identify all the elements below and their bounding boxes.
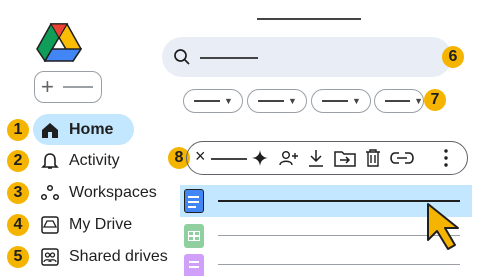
- plus-icon: +: [41, 74, 54, 99]
- search-icon: [174, 49, 190, 65]
- link-icon[interactable]: [390, 151, 414, 165]
- badge-5: 5: [7, 246, 29, 268]
- badge-6: 6: [442, 46, 464, 68]
- file-name-placeholder: [218, 264, 460, 265]
- file-row-forms[interactable]: [180, 250, 472, 276]
- download-icon[interactable]: [307, 148, 325, 168]
- filter-chip-people[interactable]: ▼: [247, 89, 307, 113]
- google-forms-icon: [184, 254, 204, 276]
- badge-3: 3: [7, 182, 29, 204]
- more-vert-icon[interactable]: [443, 148, 449, 168]
- sidebar-item-label: Home: [69, 120, 114, 138]
- new-button[interactable]: +: [34, 71, 102, 103]
- search-bar[interactable]: [162, 37, 452, 77]
- cursor-arrow-icon: [427, 203, 459, 250]
- top-title-placeholder: [257, 18, 361, 20]
- sidebar-item-workspaces[interactable]: Workspaces: [33, 177, 173, 208]
- new-label-placeholder: [63, 86, 93, 88]
- selection-count-placeholder: [211, 158, 247, 160]
- google-sheets-icon: [184, 224, 204, 248]
- google-docs-icon: [184, 189, 204, 213]
- badge-2: 2: [7, 150, 29, 172]
- drive-icon: [39, 214, 61, 236]
- bell-icon: [39, 150, 61, 172]
- trash-icon[interactable]: [364, 148, 382, 168]
- workspaces-icon: [39, 182, 61, 204]
- selection-action-bar: ×: [186, 141, 468, 175]
- shared-drives-icon: [39, 246, 61, 268]
- sidebar-item-my-drive[interactable]: My Drive: [33, 209, 173, 240]
- gemini-sparkle-icon[interactable]: [251, 149, 269, 167]
- sidebar-item-label: Activity: [69, 151, 120, 169]
- sidebar-item-label: Shared drives: [69, 247, 168, 265]
- share-icon[interactable]: [279, 149, 299, 167]
- sidebar-item-shared-drives[interactable]: Shared drives: [33, 241, 173, 272]
- sidebar-item-label: Workspaces: [69, 183, 157, 201]
- sidebar-item-activity[interactable]: Activity: [33, 145, 173, 176]
- search-placeholder: [200, 57, 258, 59]
- home-icon: [39, 119, 61, 141]
- move-icon[interactable]: [334, 149, 356, 167]
- badge-7: 7: [424, 89, 446, 111]
- sidebar-item-home[interactable]: Home: [33, 114, 134, 145]
- filter-chip-location[interactable]: ▼: [374, 89, 424, 113]
- sidebar-item-label: My Drive: [69, 215, 133, 233]
- badge-1: 1: [7, 119, 29, 141]
- filter-chip-modified[interactable]: ▼: [311, 89, 371, 113]
- badge-4: 4: [7, 214, 29, 236]
- google-drive-logo-icon[interactable]: [36, 22, 82, 62]
- filter-chip-type[interactable]: ▼: [183, 89, 243, 113]
- close-icon[interactable]: ×: [195, 146, 206, 167]
